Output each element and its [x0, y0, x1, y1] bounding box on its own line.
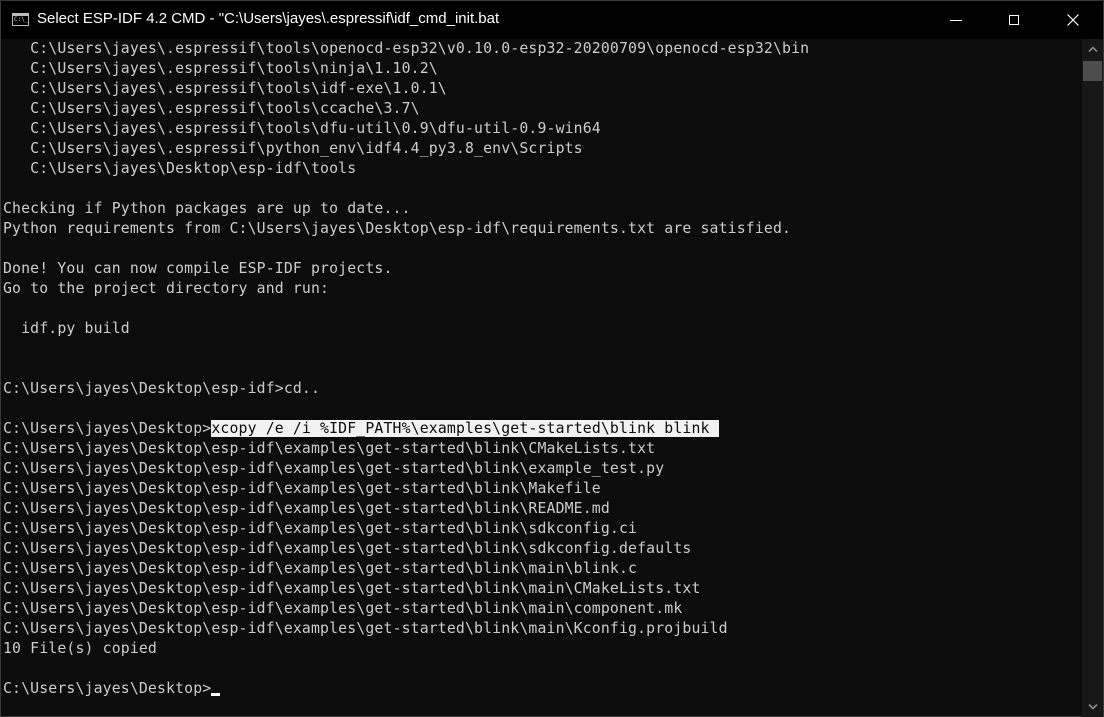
- terminal-line: C:\Users\jayes\.espressif\python_env\idf…: [3, 139, 583, 159]
- terminal-line-text: C:\Users\jayes\Desktop\esp-idf\tools: [3, 160, 357, 177]
- terminal-line: C:\Users\jayes\Desktop\esp-idf\examples\…: [3, 559, 637, 579]
- terminal-line: Checking if Python packages are up to da…: [3, 199, 411, 219]
- terminal-line: C:\Users\jayes\.espressif\tools\idf-exe\…: [3, 79, 447, 99]
- terminal-line: C:\Users\jayes\Desktop>xcopy /e /i %IDF_…: [3, 419, 719, 439]
- terminal-line: C:\Users\jayes\Desktop\esp-idf\examples\…: [3, 479, 601, 499]
- chevron-up-icon: [1087, 46, 1098, 52]
- maximize-button[interactable]: [985, 1, 1043, 39]
- terminal-line-text: C:\Users\jayes\Desktop\esp-idf\examples\…: [3, 460, 665, 477]
- close-icon: [1067, 14, 1079, 26]
- close-button[interactable]: [1044, 1, 1102, 39]
- terminal-line-text: C:\Users\jayes\Desktop\esp-idf\examples\…: [3, 540, 692, 557]
- terminal-line: C:\Users\jayes\Desktop>: [3, 679, 221, 699]
- terminal-line: Python requirements from C:\Users\jayes\…: [3, 219, 791, 239]
- terminal-line-text: C:\Users\jayes\Desktop\esp-idf\examples\…: [3, 520, 638, 537]
- terminal-line-text: C:\Users\jayes\.espressif\tools\ccache\3…: [3, 100, 420, 117]
- terminal-line: C:\Users\jayes\Desktop\esp-idf\examples\…: [3, 519, 637, 539]
- window-title: Select ESP-IDF 4.2 CMD - "C:\Users\jayes…: [37, 10, 500, 27]
- terminal-line: Done! You can now compile ESP-IDF projec…: [3, 259, 393, 279]
- terminal-line-text: idf.py build: [3, 320, 130, 337]
- terminal-line-text: Done! You can now compile ESP-IDF projec…: [3, 260, 393, 277]
- terminal-line-text: C:\Users\jayes\Desktop\esp-idf\examples\…: [3, 560, 638, 577]
- terminal-line: C:\Users\jayes\Desktop\esp-idf>cd..: [3, 379, 320, 399]
- terminal-line: C:\Users\jayes\Desktop\esp-idf\examples\…: [3, 539, 691, 559]
- terminal-line: C:\Users\jayes\Desktop\esp-idf\examples\…: [3, 439, 655, 459]
- text-cursor: [211, 693, 221, 696]
- console-window: C:\_ Select ESP-IDF 4.2 CMD - "C:\Users\…: [0, 0, 1104, 717]
- terminal-line: C:\Users\jayes\.espressif\tools\ninja\1.…: [3, 59, 438, 79]
- terminal-line-text: C:\Users\jayes\.espressif\tools\ninja\1.…: [3, 60, 438, 77]
- terminal-line-text: C:\Users\jayes\Desktop\esp-idf\examples\…: [3, 600, 683, 617]
- terminal-line-text: C:\Users\jayes\Desktop\esp-idf\examples\…: [3, 500, 610, 517]
- terminal-output[interactable]: C:\Users\jayes\.espressif\tools\openocd-…: [1, 39, 1081, 717]
- terminal-line: C:\Users\jayes\Desktop\esp-idf\examples\…: [3, 619, 728, 639]
- scroll-up-button[interactable]: [1082, 39, 1103, 59]
- terminal-line-text: C:\Users\jayes\Desktop\esp-idf\examples\…: [3, 480, 601, 497]
- terminal-line-text: Python requirements from C:\Users\jayes\…: [3, 220, 792, 237]
- terminal-line: C:\Users\jayes\Desktop\esp-idf\examples\…: [3, 579, 701, 599]
- terminal-line-text: C:\Users\jayes\Desktop\esp-idf\examples\…: [3, 580, 701, 597]
- cmd-app-icon[interactable]: C:\_: [12, 13, 29, 26]
- chevron-down-icon: [1087, 704, 1098, 710]
- terminal-line-text: C:\Users\jayes\.espressif\tools\openocd-…: [3, 40, 810, 57]
- terminal-line-text: C:\Users\jayes\Desktop\esp-idf>cd..: [3, 380, 321, 397]
- terminal-line-text: C:\Users\jayes\Desktop\esp-idf\examples\…: [3, 620, 728, 637]
- terminal-line-text: Checking if Python packages are up to da…: [3, 200, 411, 217]
- minimize-button[interactable]: [927, 1, 985, 39]
- maximize-icon: [1009, 15, 1019, 25]
- terminal-line: C:\Users\jayes\Desktop\esp-idf\examples\…: [3, 599, 682, 619]
- cmd-icon-label: C:\_: [14, 16, 29, 23]
- terminal-line-text: C:\Users\jayes\.espressif\tools\dfu-util…: [3, 120, 601, 137]
- terminal-line-text: C:\Users\jayes\Desktop\esp-idf\examples\…: [3, 440, 656, 457]
- terminal-line: idf.py build: [3, 319, 130, 339]
- selected-command-text[interactable]: xcopy /e /i %IDF_PATH%\examples\get-star…: [211, 420, 719, 437]
- terminal-line: C:\Users\jayes\.espressif\tools\ccache\3…: [3, 99, 420, 119]
- terminal-line: 10 File(s) copied: [3, 639, 157, 659]
- minimize-icon: [950, 19, 962, 21]
- terminal-line-text: C:\Users\jayes\.espressif\python_env\idf…: [3, 140, 583, 157]
- terminal-line-text: Go to the project directory and run:: [3, 280, 330, 297]
- scroll-down-button[interactable]: [1082, 697, 1103, 717]
- terminal-line: C:\Users\jayes\Desktop\esp-idf\examples\…: [3, 459, 664, 479]
- terminal-line: C:\Users\jayes\Desktop\esp-idf\tools: [3, 159, 356, 179]
- scroll-thumb[interactable]: [1083, 61, 1102, 81]
- vertical-scrollbar[interactable]: [1082, 39, 1103, 717]
- terminal-line: Go to the project directory and run:: [3, 279, 329, 299]
- prompt-text: C:\Users\jayes\Desktop>: [3, 420, 212, 437]
- terminal-line: C:\Users\jayes\.espressif\tools\openocd-…: [3, 39, 809, 59]
- terminal-line-text: C:\Users\jayes\Desktop>: [3, 680, 212, 697]
- terminal-line: C:\Users\jayes\Desktop\esp-idf\examples\…: [3, 499, 610, 519]
- terminal-line-text: C:\Users\jayes\.espressif\tools\idf-exe\…: [3, 80, 447, 97]
- terminal-line: C:\Users\jayes\.espressif\tools\dfu-util…: [3, 119, 601, 139]
- terminal-line-text: 10 File(s) copied: [3, 640, 157, 657]
- title-bar[interactable]: C:\_ Select ESP-IDF 4.2 CMD - "C:\Users\…: [1, 1, 1103, 39]
